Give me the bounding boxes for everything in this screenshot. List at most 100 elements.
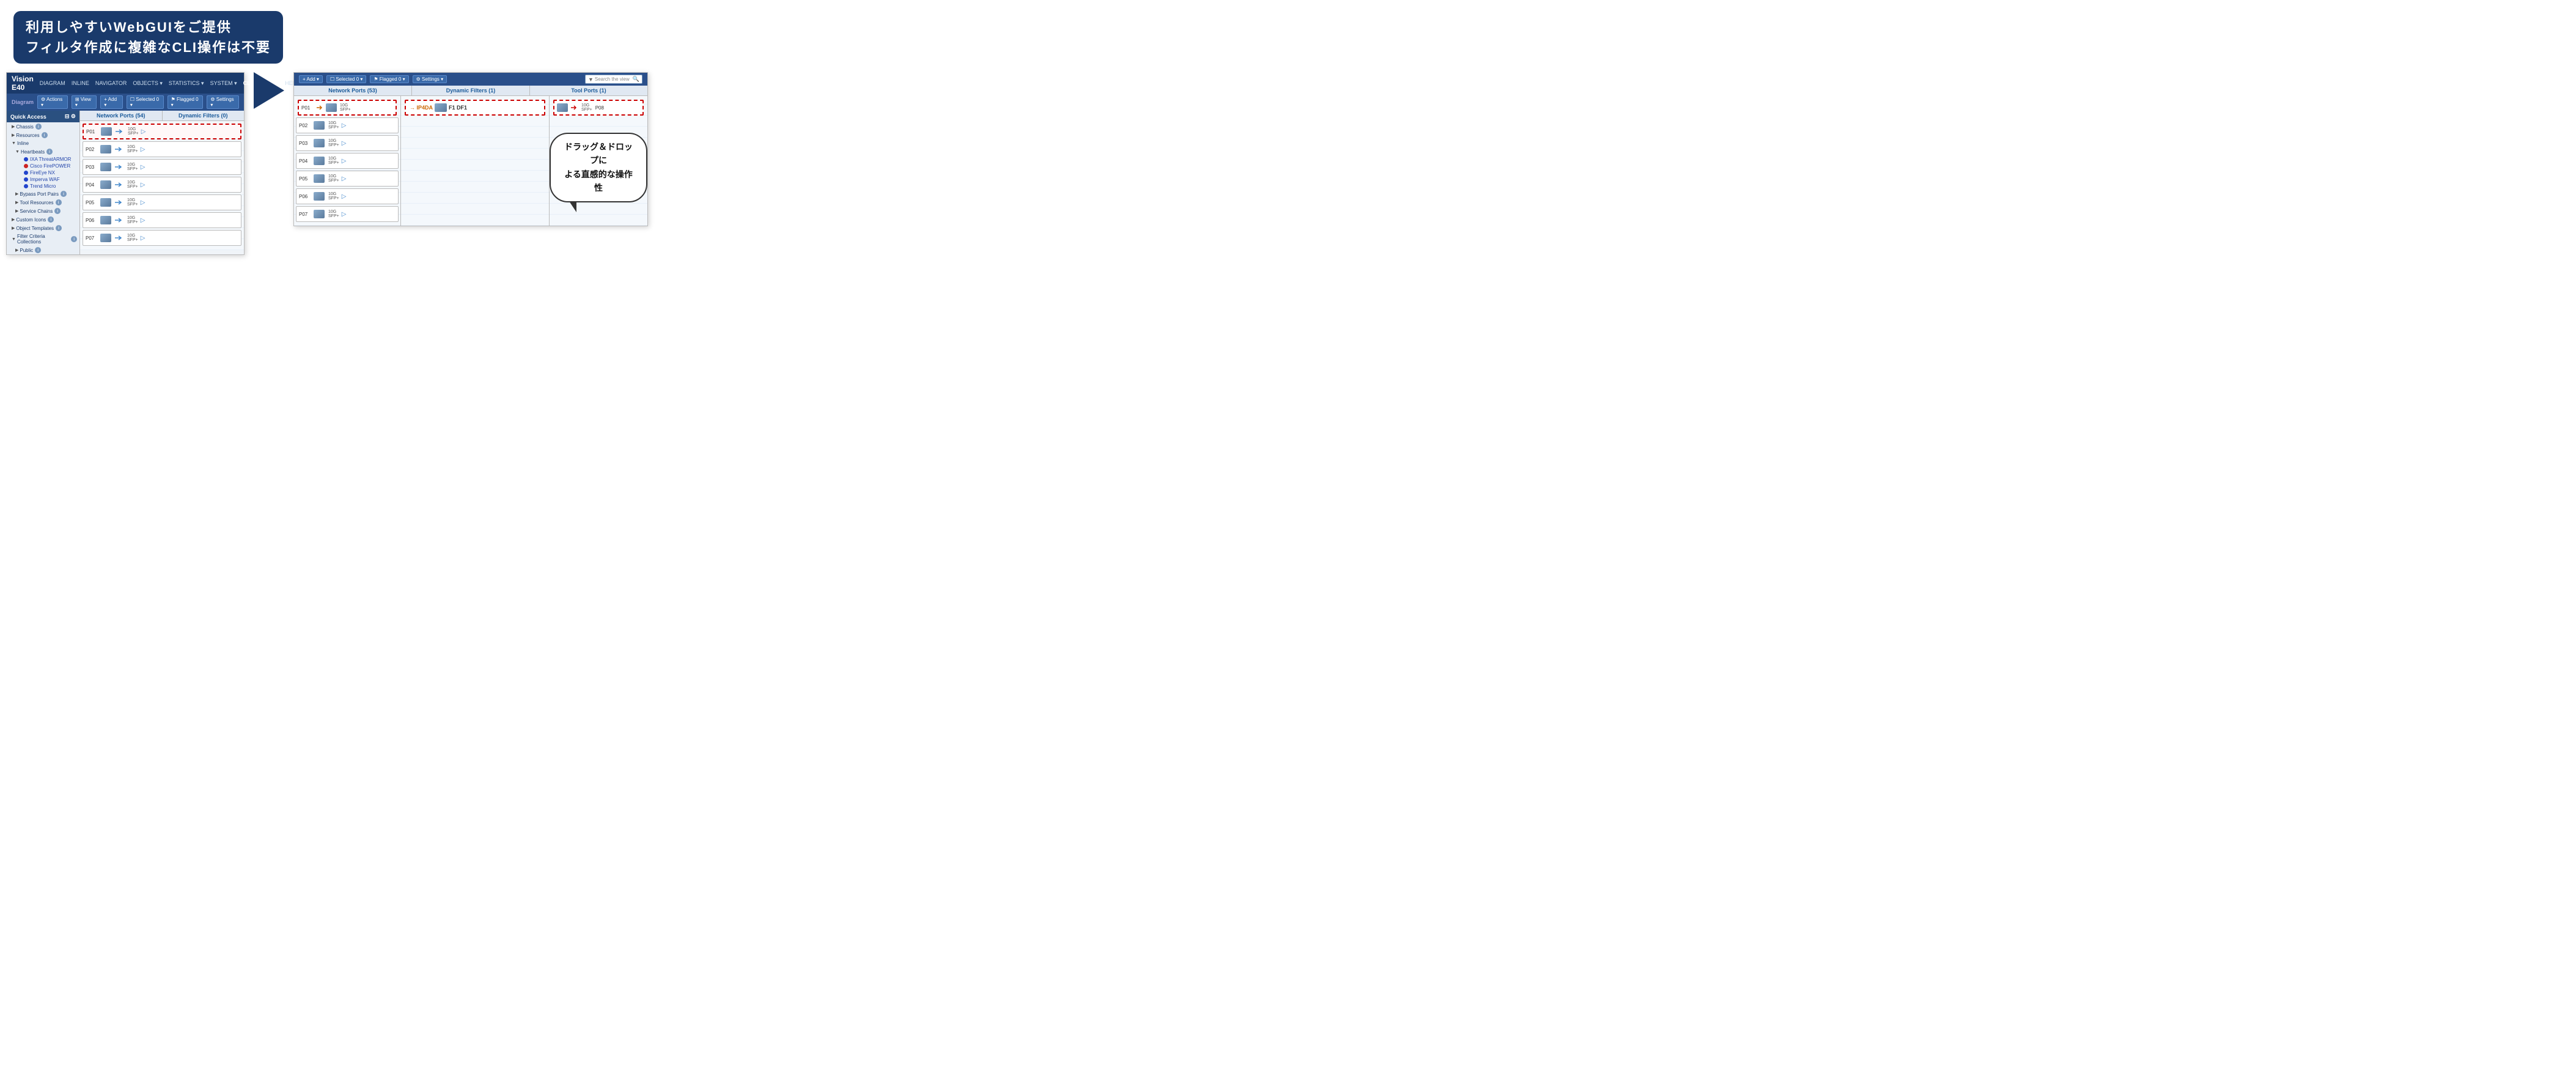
info-badge: i <box>71 236 77 242</box>
sidebar-item-filter[interactable]: ▼ Filter Criteria Collections i <box>7 232 79 246</box>
right-arrow-icon: ▷ <box>342 211 347 218</box>
r-flagged-btn[interactable]: ⚑ Flagged 0 ▾ <box>370 75 408 83</box>
sidebar-item-label: Inline <box>17 141 29 146</box>
nav-bar: Vision E40 DIAGRAM INLINE NAVIGATOR OBJE… <box>7 73 244 94</box>
sidebar-item-resources[interactable]: ▶ Resources i <box>7 131 79 139</box>
port-card-p05[interactable]: P05 10GSFP+ ▷ <box>83 194 241 210</box>
main-port-panel: Network Ports (54) Dynamic Filters (0) P… <box>80 111 244 254</box>
port-arrow-icon <box>114 128 124 135</box>
port-id: P04 <box>299 158 311 164</box>
nav-inline[interactable]: INLINE <box>72 80 89 86</box>
sidebar-item-label: Custom Icons <box>16 217 46 223</box>
port-icon <box>100 216 111 224</box>
sidebar-sub-imperva[interactable]: Imperva WAF <box>7 176 79 183</box>
sidebar-sub-fireeye[interactable]: FireEye NX <box>7 169 79 176</box>
sidebar-icons[interactable]: ⊟ ⚙ <box>65 113 76 120</box>
sidebar-item-servicechains[interactable]: ▶ Service Chains i <box>7 207 79 215</box>
port-card-p05-r[interactable]: P05 10GSFP+ ▷ <box>296 171 399 187</box>
nav-objects[interactable]: OBJECTS ▾ <box>133 80 163 87</box>
search-placeholder: Search the view <box>595 76 630 82</box>
port-card-p04[interactable]: P04 10GSFP+ ▷ <box>83 177 241 193</box>
port-icon <box>100 234 111 242</box>
chevron-right-icon: ▶ <box>15 248 18 253</box>
network-ports-header: Network Ports (54) <box>80 111 163 120</box>
sidebar-item-inline[interactable]: ▼ Inline <box>7 139 79 147</box>
app-title: Vision E40 <box>12 75 34 92</box>
selected-btn[interactable]: ☐ Selected 0 ▾ <box>127 95 164 109</box>
right-arrow-icon: ▷ <box>141 128 146 135</box>
port-icon <box>101 127 112 136</box>
r-selected-btn[interactable]: ☐ Selected 0 ▾ <box>326 75 366 83</box>
sidebar-item-label: Filter Criteria Collections <box>17 234 69 245</box>
r-network-ports-header: Network Ports (53) <box>294 86 412 95</box>
sidebar-item-heartbeats[interactable]: ▼ Heartbeats i <box>7 147 79 156</box>
port-card-p06-r[interactable]: P06 10GSFP+ ▷ <box>296 188 399 204</box>
sidebar-item-toolresources[interactable]: ▶ Tool Resources i <box>7 198 79 207</box>
search-box[interactable]: ▼ Search the view 🔍 <box>585 75 642 84</box>
port-icon <box>314 210 325 218</box>
sidebar-item-customicons[interactable]: ▶ Custom Icons i <box>7 215 79 224</box>
nav-navigator[interactable]: NAVIGATOR <box>95 80 127 86</box>
port-card-p02[interactable]: P02 10GSFP+ ▷ <box>83 141 241 157</box>
port-card-p03-r[interactable]: P03 10GSFP+ ▷ <box>296 135 399 151</box>
sidebar-sub-trendmicro[interactable]: Trend Micro <box>7 183 79 190</box>
port-arrow-icon <box>114 234 123 242</box>
right-panel-header: Network Ports (53) Dynamic Filters (1) T… <box>294 86 647 96</box>
sidebar-sub-cisco[interactable]: Cisco FirePOWER <box>7 163 79 169</box>
r-settings-btn[interactable]: ⚙ Settings ▾ <box>413 75 447 83</box>
view-btn[interactable]: ⊞ View ▾ <box>72 95 97 109</box>
tool-port-card-p08[interactable]: 10GSFP+ P08 <box>553 100 644 116</box>
port-card-p01[interactable]: P01 10GSFP+ ▷ <box>83 124 241 139</box>
port-arrow-icon <box>114 181 123 188</box>
panels-row: Vision E40 DIAGRAM INLINE NAVIGATOR OBJE… <box>0 72 646 261</box>
dynamic-filters-header: Dynamic Filters (0) <box>163 111 245 120</box>
flagged-btn[interactable]: ⚑ Flagged 0 ▾ <box>167 95 204 109</box>
sidebar-item-bypass[interactable]: ▶ Bypass Port Pairs i <box>7 190 79 198</box>
chevron-down-icon: ▼ <box>15 150 20 154</box>
port-card-p07-r[interactable]: P07 10GSFP+ ▷ <box>296 206 399 222</box>
right-arrow-icon: ▷ <box>342 158 347 165</box>
r-tool-ports-header: Tool Ports (1) <box>530 86 647 95</box>
search-area: ▼ Search the view 🔍 <box>585 75 642 84</box>
filter-icon <box>435 103 447 112</box>
port-icon <box>314 174 325 183</box>
port-icon <box>314 121 325 130</box>
col-tool: 10GSFP+ P08 ドラッグ＆ドロップに よる直感的な操作性 <box>550 96 647 226</box>
settings-btn[interactable]: ⚙ Settings ▾ <box>207 95 239 109</box>
search-icon[interactable]: 🔍 <box>633 76 639 83</box>
sidebar-item-label: Bypass Port Pairs <box>20 191 59 197</box>
sidebar-item-public[interactable]: ▶ Public i <box>7 246 79 254</box>
filter-icon-sm: ▼ <box>588 76 594 83</box>
port-arrow-icon <box>114 199 123 206</box>
add-btn[interactable]: + Add ▾ <box>100 95 123 109</box>
port-card-p04-r[interactable]: P04 10GSFP+ ▷ <box>296 153 399 169</box>
chevron-right-icon: ▶ <box>15 200 18 205</box>
port-id: P02 <box>299 123 311 128</box>
port-card-p03[interactable]: P03 10GSFP+ ▷ <box>83 159 241 175</box>
port-id: P03 <box>299 141 311 146</box>
sidebar-title: Quick Access <box>10 114 46 120</box>
sidebar-item-label: Object Templates <box>16 226 54 231</box>
r-add-btn[interactable]: + Add ▾ <box>299 75 323 83</box>
sidebar-sub-label: IXA ThreatARMOR <box>30 157 71 162</box>
sidebar-item-chassis[interactable]: ▶ Chassis i <box>7 122 79 131</box>
content-area: Quick Access ⊟ ⚙ ▶ Chassis i ▶ Resources… <box>7 111 244 254</box>
sidebar-item-label: Service Chains <box>20 209 53 214</box>
port-icon <box>100 198 111 207</box>
filter-card-df1[interactable]: → IP4DA F1 DF1 <box>405 100 545 116</box>
actions-btn[interactable]: ⚙ Actions ▾ <box>37 95 68 109</box>
sidebar-sub-ixa[interactable]: IXA ThreatARMOR <box>7 156 79 163</box>
nav-diagram[interactable]: DIAGRAM <box>40 80 65 86</box>
sidebar-item-templates[interactable]: ▶ Object Templates i <box>7 224 79 232</box>
port-id: P07 <box>86 235 98 241</box>
port-card-p01-connected[interactable]: P01 10GSFP+ <box>298 100 397 116</box>
port-card-p07[interactable]: P07 10GSFP+ ▷ <box>83 230 241 246</box>
right-arrow-icon: ▷ <box>342 176 347 182</box>
port-card-p02-r[interactable]: P02 10GSFP+ ▷ <box>296 117 399 133</box>
nav-statistics[interactable]: STATISTICS ▾ <box>169 80 204 87</box>
port-card-p06[interactable]: P06 10GSFP+ ▷ <box>83 212 241 228</box>
nav-system[interactable]: SYSTEM ▾ <box>210 80 237 87</box>
sidebar-item-label: Tool Resources <box>20 200 53 205</box>
col-network: P01 10GSFP+ P02 10GSFP+ ▷ P03 <box>294 96 401 226</box>
right-arrow-icon: ▷ <box>141 199 145 206</box>
